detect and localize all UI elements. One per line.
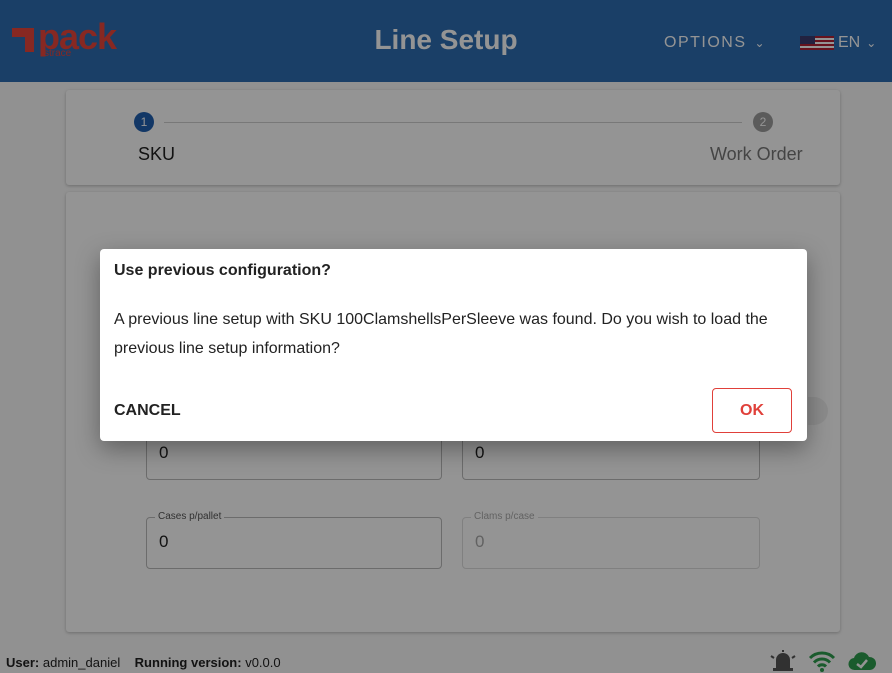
ok-button[interactable]: OK (712, 388, 792, 433)
confirm-dialog: Use previous configuration? A previous l… (100, 249, 807, 441)
cancel-button[interactable]: CANCEL (114, 402, 181, 420)
dialog-message: A previous line setup with SKU 100Clamsh… (114, 311, 768, 357)
dialog-title: Use previous configuration? (114, 262, 331, 279)
